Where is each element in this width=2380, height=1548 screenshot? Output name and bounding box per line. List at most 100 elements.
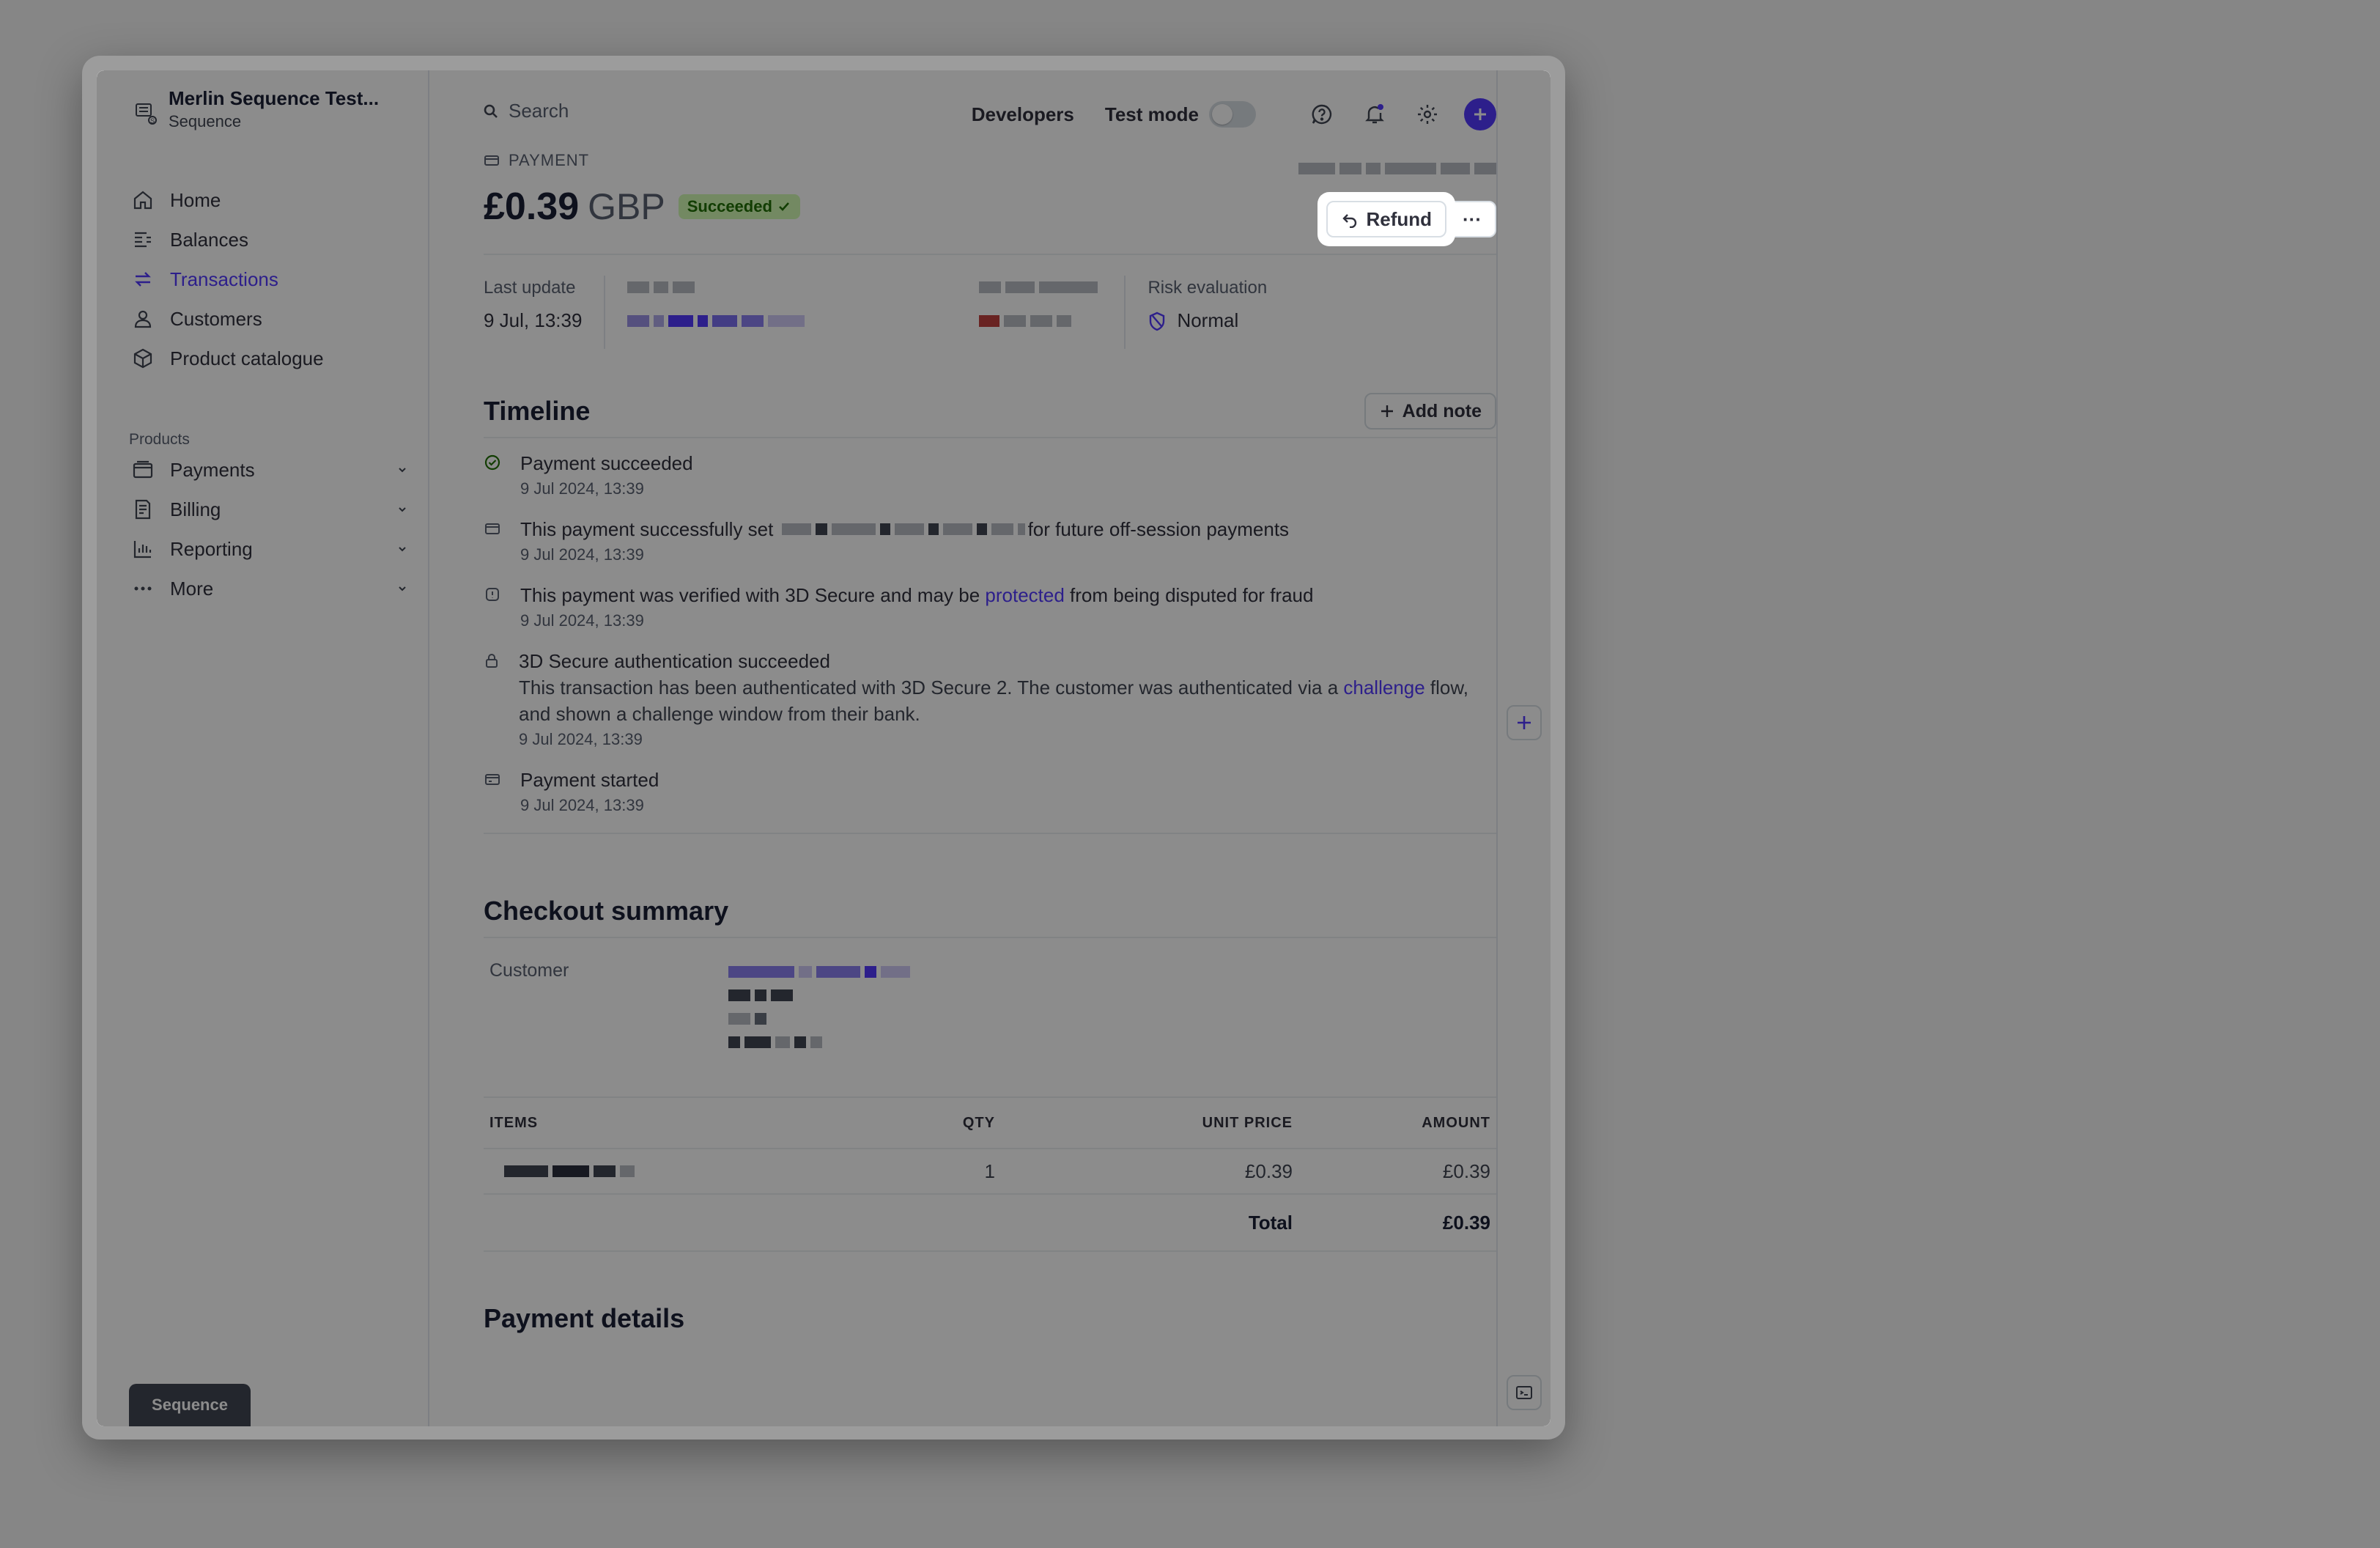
plus-icon — [1518, 716, 1531, 729]
sandbox-banner-button[interactable]: Sequence — [129, 1384, 251, 1426]
nav-item-customers[interactable]: Customers — [130, 299, 409, 339]
status-badge: Succeeded — [678, 194, 800, 219]
refund-highlight: Refund — [1318, 192, 1455, 246]
billing-icon — [130, 497, 155, 522]
info-icon — [486, 588, 499, 601]
more-dots-icon — [130, 576, 155, 601]
svg-text:S: S — [150, 117, 155, 125]
payment-amount: £0.39 — [484, 185, 580, 228]
total-row: Total £0.39 — [484, 1195, 1496, 1252]
redacted-payment-method — [781, 523, 1025, 535]
nav-item-more[interactable]: More — [130, 569, 409, 608]
help-icon[interactable] — [1306, 98, 1338, 130]
redacted-item-name — [504, 1165, 936, 1177]
summary-last-update: Last update 9 Jul, 13:39 — [484, 278, 583, 331]
header-actions: Refund ··· — [1318, 192, 1496, 246]
transactions-icon — [130, 267, 155, 292]
products-nav: Payments Billing Reporting More — [130, 450, 409, 608]
developers-link[interactable]: Developers — [972, 103, 1074, 126]
timeline-list: Payment succeeded 9 Jul 2024, 13:39 This… — [484, 450, 1496, 817]
chevron-down-icon — [399, 507, 406, 512]
test-mode-toggle[interactable]: Test mode — [1105, 101, 1256, 128]
refund-button[interactable]: Refund — [1326, 201, 1446, 237]
account-switcher[interactable]: S Merlin Sequence Test... Sequence — [133, 85, 379, 132]
add-note-button[interactable]: Add note — [1364, 393, 1496, 430]
items-table-header: ITEMS QTY UNIT PRICE AMOUNT — [484, 1098, 1496, 1149]
main-content: Search Developers Test mode PAYMENT £0.3… — [429, 70, 1496, 1426]
check-circle-icon — [484, 454, 500, 471]
balances-icon — [130, 227, 155, 252]
terminal-icon — [1516, 1386, 1532, 1399]
card-icon — [485, 523, 500, 534]
topbar: Search Developers Test mode — [429, 70, 1496, 151]
plus-icon — [1381, 405, 1393, 417]
customers-icon — [130, 306, 155, 331]
redacted-id — [1298, 163, 1496, 174]
account-name: Merlin Sequence Test... — [169, 87, 380, 109]
reporting-icon — [130, 537, 155, 561]
chevron-down-icon — [399, 468, 406, 473]
rail-add-button[interactable] — [1507, 705, 1542, 740]
search-input[interactable]: Search — [482, 100, 569, 122]
payment-details-title: Payment details — [484, 1303, 685, 1333]
payment-currency: GBP — [588, 186, 665, 227]
toggle-switch[interactable] — [1209, 101, 1256, 128]
nav-item-label: Transactions — [170, 268, 278, 290]
payment-detail: PAYMENT £0.39 GBP Succeeded Refund ··· L… — [484, 151, 1496, 1334]
table-row: 1 £0.39 £0.39 — [484, 1149, 1496, 1195]
app-viewport: S Merlin Sequence Test... Sequence Home … — [97, 70, 1551, 1426]
nav-item-balances[interactable]: Balances — [130, 220, 409, 259]
nav-item-label: Home — [170, 188, 221, 211]
nav-item-label: Billing — [170, 498, 221, 520]
home-icon — [130, 188, 155, 213]
lock-icon — [486, 654, 498, 668]
nav-item-label: Payments — [170, 458, 255, 481]
nav-item-label: Product catalogue — [170, 347, 324, 369]
account-sub: Sequence — [169, 112, 242, 130]
summary-redacted-customer — [604, 276, 1098, 349]
account-logo-icon: S — [136, 103, 157, 125]
checkout-title: Checkout summary — [484, 896, 729, 926]
notifications-bell-icon[interactable] — [1359, 98, 1391, 130]
customer-block: Customer — [484, 938, 1496, 1098]
rail-console-button[interactable] — [1507, 1375, 1542, 1410]
timeline-event: Payment started 9 Jul 2024, 13:39 — [484, 767, 1496, 817]
nav-item-transactions[interactable]: Transactions — [130, 259, 409, 299]
products-section-label: Products — [129, 431, 190, 448]
create-plus-button[interactable] — [1464, 98, 1496, 130]
test-mode-label: Test mode — [1104, 103, 1199, 125]
summary-risk: Risk evaluation Normal — [1124, 276, 1289, 349]
nav-item-reporting[interactable]: Reporting — [130, 529, 409, 569]
timeline-event: This payment successfully set for future… — [484, 516, 1496, 566]
payment-icon — [484, 155, 499, 166]
header-divider — [484, 254, 1496, 255]
gear-icon[interactable] — [1411, 98, 1444, 130]
nav-item-product-catalogue[interactable]: Product catalogue — [130, 339, 409, 378]
main-nav: Home Balances Transactions Customers Pro… — [130, 180, 409, 378]
sidebar: S Merlin Sequence Test... Sequence Home … — [97, 70, 429, 1426]
nav-item-home[interactable]: Home — [130, 180, 409, 220]
nav-item-label: Balances — [170, 228, 248, 251]
timeline-header: Timeline Add note — [484, 386, 1496, 437]
search-placeholder: Search — [509, 100, 569, 122]
redacted-customer-email — [728, 966, 910, 978]
right-rail — [1496, 70, 1551, 1426]
timeline-event: This payment was verified with 3D Secure… — [484, 582, 1496, 632]
item-name — [484, 1165, 936, 1177]
timeline-divider — [484, 437, 1496, 438]
customer-divider — [484, 1096, 1496, 1098]
chevron-down-icon — [399, 586, 406, 591]
payment-summary: Last update 9 Jul, 13:39 Risk evaluation… — [484, 276, 1496, 349]
nav-item-payments[interactable]: Payments — [130, 450, 409, 490]
plus-icon — [1474, 108, 1486, 120]
timeline-event: Payment succeeded 9 Jul 2024, 13:39 — [484, 450, 1496, 500]
search-icon — [484, 104, 498, 118]
shield-icon — [1150, 312, 1165, 331]
checkout-header: Checkout summary — [484, 885, 1496, 937]
nav-item-label: Customers — [170, 307, 262, 330]
payment-icon — [485, 774, 500, 785]
challenge-link[interactable]: challenge — [1343, 677, 1424, 699]
nav-item-billing[interactable]: Billing — [130, 490, 409, 529]
product-catalogue-icon — [130, 346, 155, 371]
protected-link[interactable]: protected — [985, 584, 1064, 606]
